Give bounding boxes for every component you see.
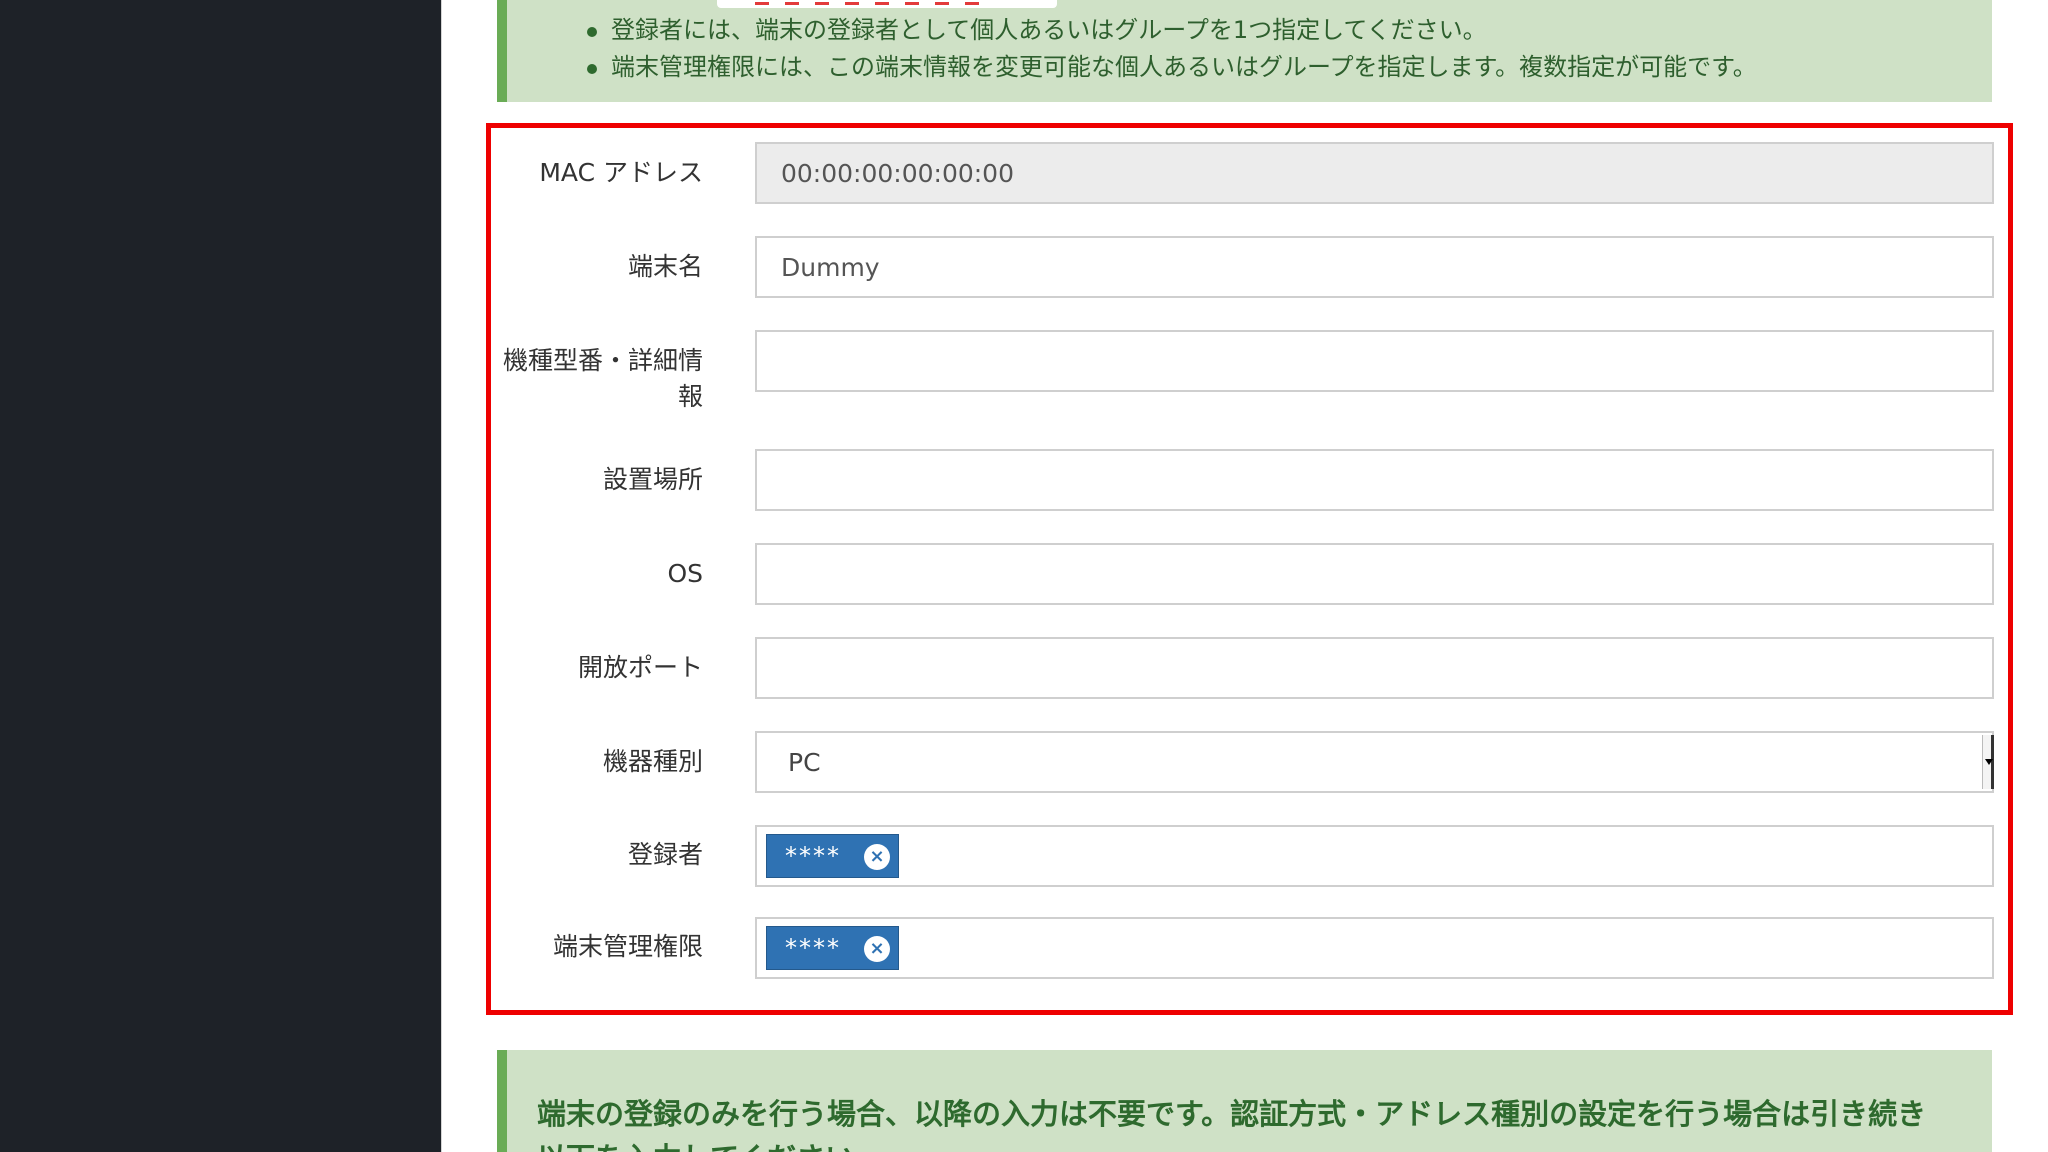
os-label: OS — [667, 559, 703, 588]
device-type-selected-value: PC — [788, 748, 821, 777]
note-item-registrant: 登録者には、端末の登録者として個人あるいはグループを1つ指定してください。 — [587, 12, 1757, 49]
dropdown-arrow-icon[interactable] — [1982, 735, 1994, 789]
model-details-field[interactable] — [755, 330, 1994, 392]
remove-tag-icon[interactable]: × — [864, 936, 890, 962]
cropped-tab-fragment — [717, 0, 1057, 8]
remove-tag-icon[interactable]: × — [864, 844, 890, 870]
registrant-tag-input[interactable]: **** × — [755, 825, 1994, 887]
mac-address-label: MAC アドレス — [539, 158, 703, 187]
device-name-field[interactable] — [755, 236, 1994, 298]
model-details-label-line2: 報 — [677, 382, 703, 411]
device-type-select[interactable]: PC — [755, 731, 1994, 793]
model-details-label: 機種型番・詳細情 報 — [473, 343, 703, 415]
info-note-top: 登録者には、端末の登録者として個人あるいはグループを1つ指定してください。 端末… — [497, 0, 1992, 102]
registrant-tag-text: **** — [785, 842, 841, 870]
mac-address-field[interactable] — [755, 142, 1994, 204]
admin-permission-tag: **** × — [766, 926, 899, 970]
note-bottom-line1: 端末の登録のみを行う場合、以降の入力は不要です。認証方式・アドレス種別の設定を行… — [537, 1097, 1927, 1131]
location-label: 設置場所 — [602, 465, 703, 494]
open-ports-label: 開放ポート — [577, 653, 703, 682]
note-item-admin: 端末管理権限には、この端末情報を変更可能な個人あるいはグループを指定します。複数… — [587, 49, 1757, 86]
device-form-panel: MAC アドレス 端末名 機種型番・詳細情 報 設置場所 OS 開放ポート 機器… — [486, 123, 2013, 1015]
note-bottom-line2: 以下を入力してください。 — [537, 1141, 883, 1152]
device-type-label: 機器種別 — [602, 747, 703, 776]
admin-permission-label: 端末管理権限 — [552, 932, 703, 961]
sidebar — [0, 0, 441, 1152]
info-note-bottom: 端末の登録のみを行う場合、以降の入力は不要です。認証方式・アドレス種別の設定を行… — [497, 1050, 1992, 1152]
admin-permission-tag-input[interactable]: **** × — [755, 917, 1994, 979]
registrant-tag: **** × — [766, 834, 899, 878]
note-bottom-text: 端末の登録のみを行う場合、以降の入力は不要です。認証方式・アドレス種別の設定を行… — [537, 1092, 1987, 1152]
model-details-label-line1: 機種型番・詳細情 — [502, 346, 703, 375]
admin-permission-tag-text: **** — [785, 934, 841, 962]
os-field[interactable] — [755, 543, 1994, 605]
device-name-label: 端末名 — [627, 252, 703, 281]
open-ports-field[interactable] — [755, 637, 1994, 699]
registrant-label: 登録者 — [627, 840, 703, 869]
note-list: 登録者には、端末の登録者として個人あるいはグループを1つ指定してください。 端末… — [587, 12, 1757, 86]
location-field[interactable] — [755, 449, 1994, 511]
